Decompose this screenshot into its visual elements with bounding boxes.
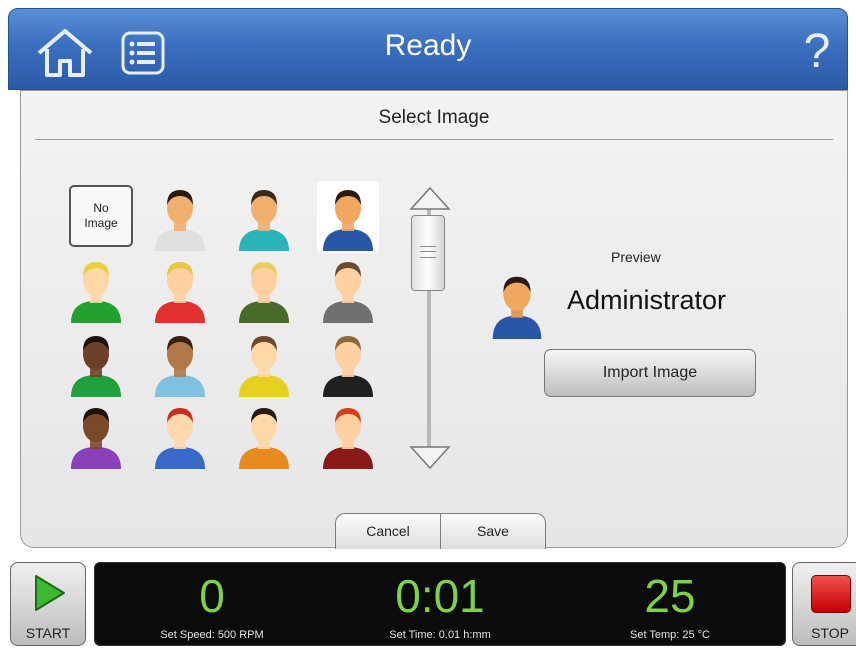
help-icon: ? [803, 25, 831, 78]
start-label: START [25, 625, 71, 641]
avatar-option[interactable] [233, 181, 295, 253]
user-avatar-icon [239, 336, 289, 397]
page-title: Ready [384, 29, 472, 62]
user-avatar-icon [239, 262, 289, 323]
temp-value: 25 [644, 570, 696, 622]
user-avatar-icon [323, 190, 373, 251]
user-avatar-icon [323, 336, 373, 397]
grip-icon [420, 246, 436, 258]
preview-label: Preview [611, 249, 661, 265]
avatar-option[interactable] [149, 399, 211, 471]
user-avatar-icon [155, 262, 205, 323]
avatar-option[interactable] [233, 399, 295, 471]
user-avatar-icon [71, 408, 121, 469]
user-avatar-icon [323, 262, 373, 323]
avatar-option[interactable] [149, 253, 211, 325]
avatar-option[interactable] [233, 327, 295, 399]
time-setting: Set Time: 0.01 h:mm [389, 629, 491, 641]
scroll-down-button[interactable] [409, 445, 451, 471]
speed-value: 0 [199, 570, 225, 622]
avatar-option[interactable] [233, 253, 295, 325]
no-image-line1: No [93, 201, 109, 215]
temp-readout[interactable]: 25 Set Temp: 25 °C [565, 569, 775, 641]
play-icon [35, 575, 65, 611]
speed-readout[interactable]: 0 Set Speed: 500 RPM [107, 569, 317, 641]
avatar-option[interactable] [317, 181, 379, 253]
preview-avatar [485, 269, 549, 339]
user-avatar-icon [239, 408, 289, 469]
user-avatar-icon [71, 336, 121, 397]
avatar-option[interactable] [65, 327, 127, 399]
start-button[interactable]: START [10, 562, 86, 646]
avatar-option[interactable] [317, 327, 379, 399]
no-image-line2: Image [84, 216, 118, 230]
dialog-title: Select Image [378, 107, 490, 128]
temp-setting: Set Temp: 25 °C [629, 629, 710, 641]
avatar-option[interactable] [65, 399, 127, 471]
arrow-down-icon [409, 446, 451, 470]
user-avatar-icon [71, 262, 121, 323]
avatar-option[interactable] [65, 253, 127, 325]
preview-user-name: Administrator [567, 285, 727, 315]
user-avatar-icon [155, 190, 205, 251]
avatar-option[interactable] [317, 253, 379, 325]
cancel-button[interactable]: Cancel [335, 513, 441, 549]
time-readout[interactable]: 0:01 Set Time: 0.01 h:mm [335, 569, 545, 641]
divider [35, 139, 833, 140]
time-value: 0:01 [395, 570, 485, 622]
stop-icon [811, 575, 851, 613]
help-button[interactable]: ? [797, 21, 837, 83]
status-display: 0 Set Speed: 500 RPM 0:01 Set Time: 0.01… [94, 562, 786, 646]
select-image-dialog: Select Image No Image Preview Administra… [20, 90, 848, 549]
user-avatar-icon [323, 408, 373, 469]
avatar-option[interactable] [149, 181, 211, 253]
title-bar: Ready ? [8, 8, 848, 90]
avatar-option[interactable] [149, 327, 211, 399]
scroll-up-button[interactable] [409, 185, 451, 211]
arrow-up-icon [409, 186, 451, 210]
avatar-option[interactable] [317, 399, 379, 471]
save-button[interactable]: Save [440, 513, 546, 549]
stop-button[interactable]: STOP [792, 562, 856, 646]
user-avatar-icon [239, 190, 289, 251]
scroll-thumb[interactable] [411, 215, 445, 291]
import-image-button[interactable]: Import Image [544, 349, 756, 397]
speed-setting: Set Speed: 500 RPM [160, 629, 264, 641]
user-avatar-icon [155, 336, 205, 397]
user-avatar-icon [492, 276, 542, 339]
stop-label: STOP [811, 625, 849, 641]
user-avatar-icon [155, 408, 205, 469]
no-image-option[interactable]: No Image [69, 185, 133, 247]
